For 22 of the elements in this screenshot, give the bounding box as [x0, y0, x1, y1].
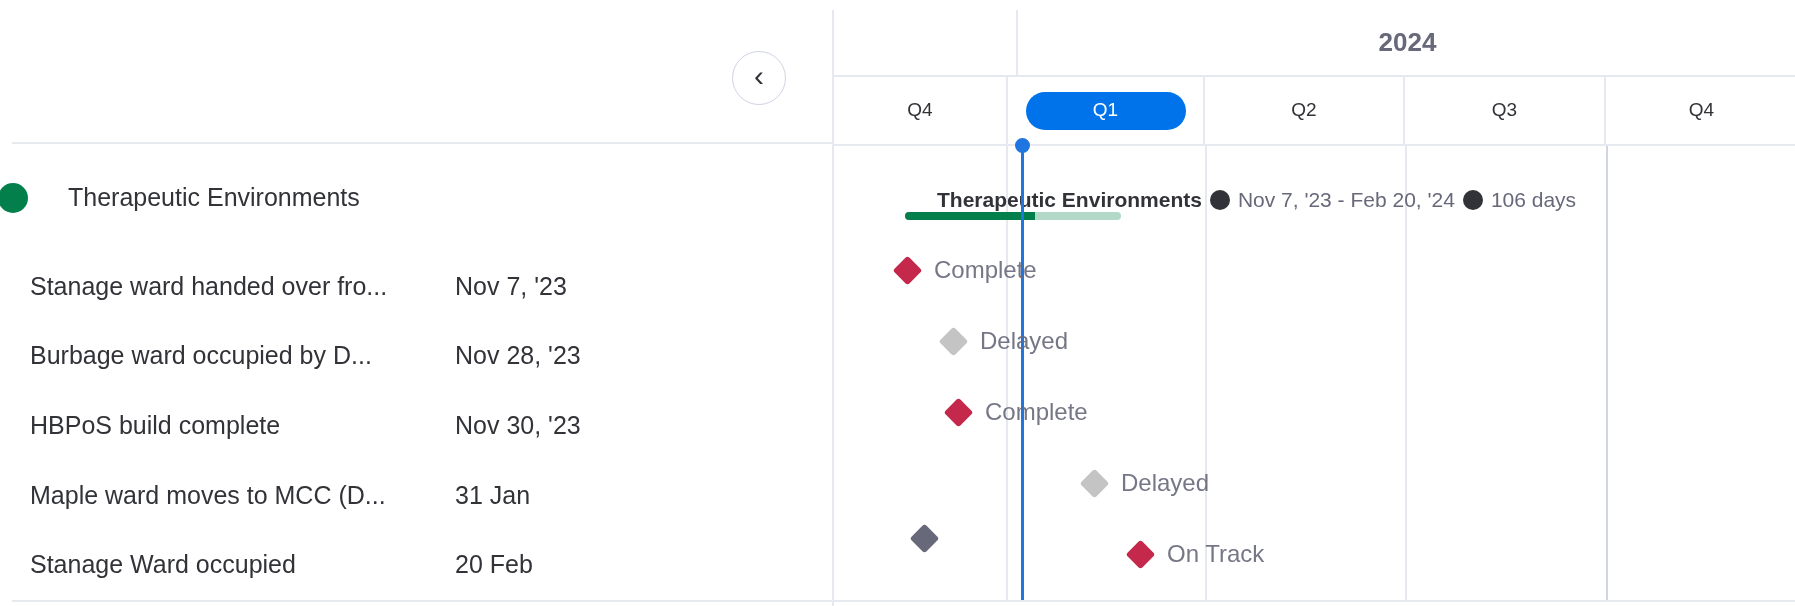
item-date: Nov 28, '23 — [455, 340, 581, 372]
item-date: Nov 30, '23 — [455, 410, 581, 442]
item-name: Stanage Ward occupied — [29, 549, 297, 581]
quarter-tab[interactable]: Q2 — [1283, 96, 1325, 125]
item-name: Maple ward moves to MCC (D... — [29, 479, 387, 511]
year-label: 2024 — [1378, 26, 1437, 59]
milestone-status: Delayed — [1121, 468, 1210, 498]
quarter-tab[interactable]: Q1 — [1025, 91, 1186, 130]
item-name: Stanage ward handed over fro... — [29, 270, 389, 302]
milestone-status: On Track — [1167, 539, 1265, 569]
item-name: Burbage ward occupied by D... — [29, 340, 373, 372]
group-date-range: Nov 7, '23 - Feb 20, '24 — [1237, 187, 1455, 213]
item-name: HBPoS build complete — [29, 410, 282, 442]
item-date: Nov 7, '23 — [455, 270, 567, 302]
quarter-tab[interactable]: Q3 — [1483, 96, 1526, 125]
item-date: 31 Jan — [455, 479, 531, 511]
quarter-tab[interactable]: Q4 — [899, 96, 941, 125]
collapse-button[interactable]: ‹ — [732, 50, 786, 105]
item-date: 20 Feb — [455, 549, 533, 581]
group-duration: 106 days — [1490, 187, 1577, 213]
quarter-tab[interactable]: Q4 — [1680, 96, 1723, 125]
group-title: Therapeutic Environments — [68, 181, 360, 213]
